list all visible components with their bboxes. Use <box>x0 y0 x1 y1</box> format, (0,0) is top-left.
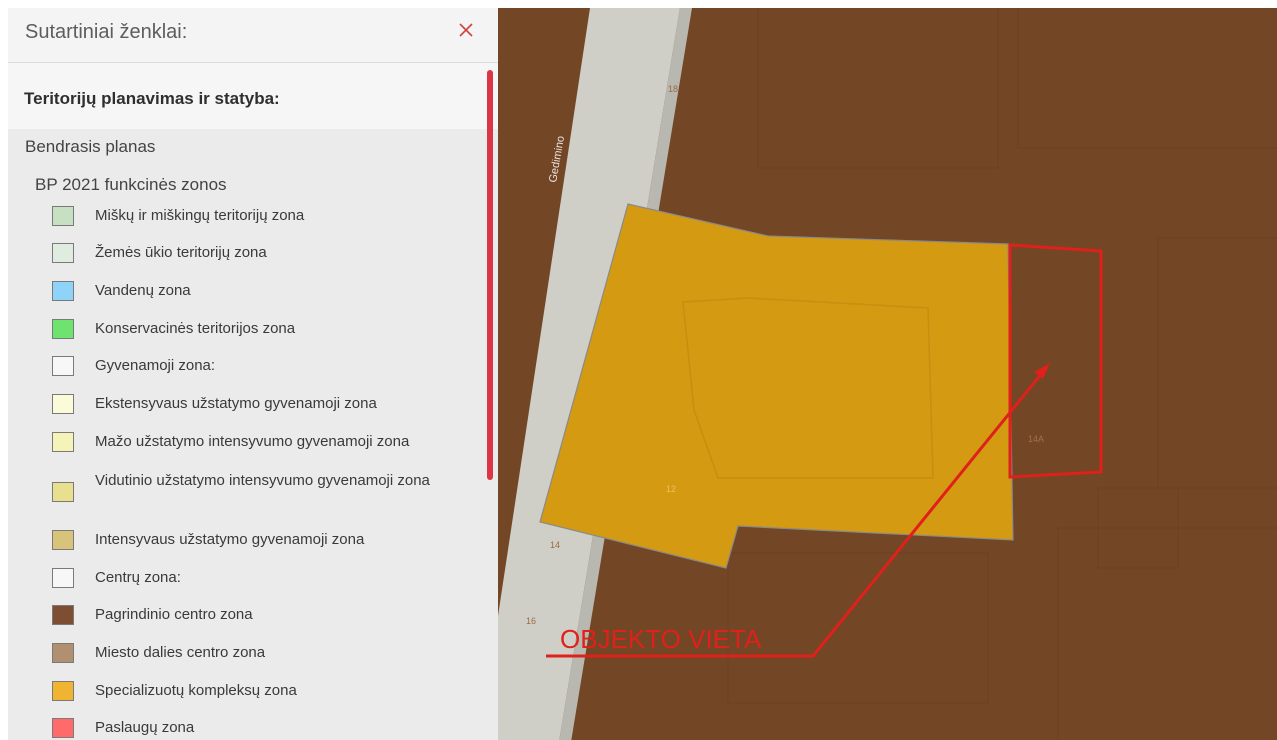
parcel-label: 14A <box>1028 434 1044 444</box>
object-location-box[interactable] <box>1008 243 1103 479</box>
legend-swatch <box>52 718 74 738</box>
section-header[interactable]: Teritorijų planavimas ir statyba: <box>8 63 498 129</box>
legend-label: Specializuotų kompleksų zona <box>95 682 297 699</box>
map-view[interactable]: Gedimino 18 14A 12 14 16 OBJEKTO VIETA <box>498 8 1277 740</box>
legend-label: Mažo užstatymo intensyvumo gyvenamoji zo… <box>95 433 410 450</box>
legend-label: Pagrindinio centro zona <box>95 606 253 623</box>
close-icon[interactable] <box>454 18 478 42</box>
legend-panel-header: Sutartiniai ženklai: <box>8 8 498 63</box>
map-canvas[interactable]: Gedimino 18 14A 12 14 16 OBJEKTO VIETA <box>498 8 1277 740</box>
legend-swatch <box>52 568 74 588</box>
legend-swatch <box>52 319 74 339</box>
legend-label: Konservacinės teritorijos zona <box>95 320 296 337</box>
scrollbar[interactable] <box>487 70 493 480</box>
legend-swatch <box>52 206 74 226</box>
legend-label: Gyvenamoji zona: <box>95 357 216 374</box>
legend-label: Vidutinio užstatymo intensyvumo gyvenamo… <box>95 472 430 489</box>
arrow-head <box>1034 363 1050 379</box>
section-title: Teritorijų planavimas ir statyba: <box>24 89 280 108</box>
legend-label: Vandenų zona <box>95 282 191 299</box>
legend-label: Centrų zona: <box>95 569 181 586</box>
street-label: Gedimino <box>547 135 567 183</box>
legend-swatch <box>52 681 74 701</box>
legend-swatch <box>52 605 74 625</box>
legend-title: Sutartiniai ženklai: <box>25 21 188 43</box>
legend-swatch <box>52 530 74 550</box>
legend-swatch <box>52 482 74 502</box>
parcel-label: 14 <box>550 540 560 550</box>
legend-label: Ekstensyvaus užstatymo gyvenamoji zona <box>95 395 377 412</box>
legend-swatch <box>52 281 74 301</box>
legend-swatch <box>52 356 74 376</box>
legend-swatch <box>52 394 74 414</box>
legend-label: Miesto dalies centro zona <box>95 644 266 661</box>
legend-label: Paslaugų zona <box>95 719 195 736</box>
legend-label: Intensyvaus užstatymo gyvenamoji zona <box>95 531 365 548</box>
legend-label: Žemės ūkio teritorijų zona <box>95 244 267 261</box>
legend-label: Miškų ir miškingų teritorijų zona <box>95 207 305 224</box>
legend-swatch <box>52 432 74 452</box>
group-title: Bendrasis planas <box>25 137 156 156</box>
parcel-label: 12 <box>666 484 676 494</box>
parcel-label: 18 <box>668 84 678 94</box>
annotation-label: OBJEKTO VIETA <box>560 624 762 654</box>
subgroup-title: BP 2021 funkcinės zonos <box>35 175 227 194</box>
legend-swatch <box>52 643 74 663</box>
legend-panel: Sutartiniai ženklai: Teritorijų planavim… <box>8 8 498 740</box>
parcel-label: 16 <box>526 616 536 626</box>
legend-swatch <box>52 243 74 263</box>
